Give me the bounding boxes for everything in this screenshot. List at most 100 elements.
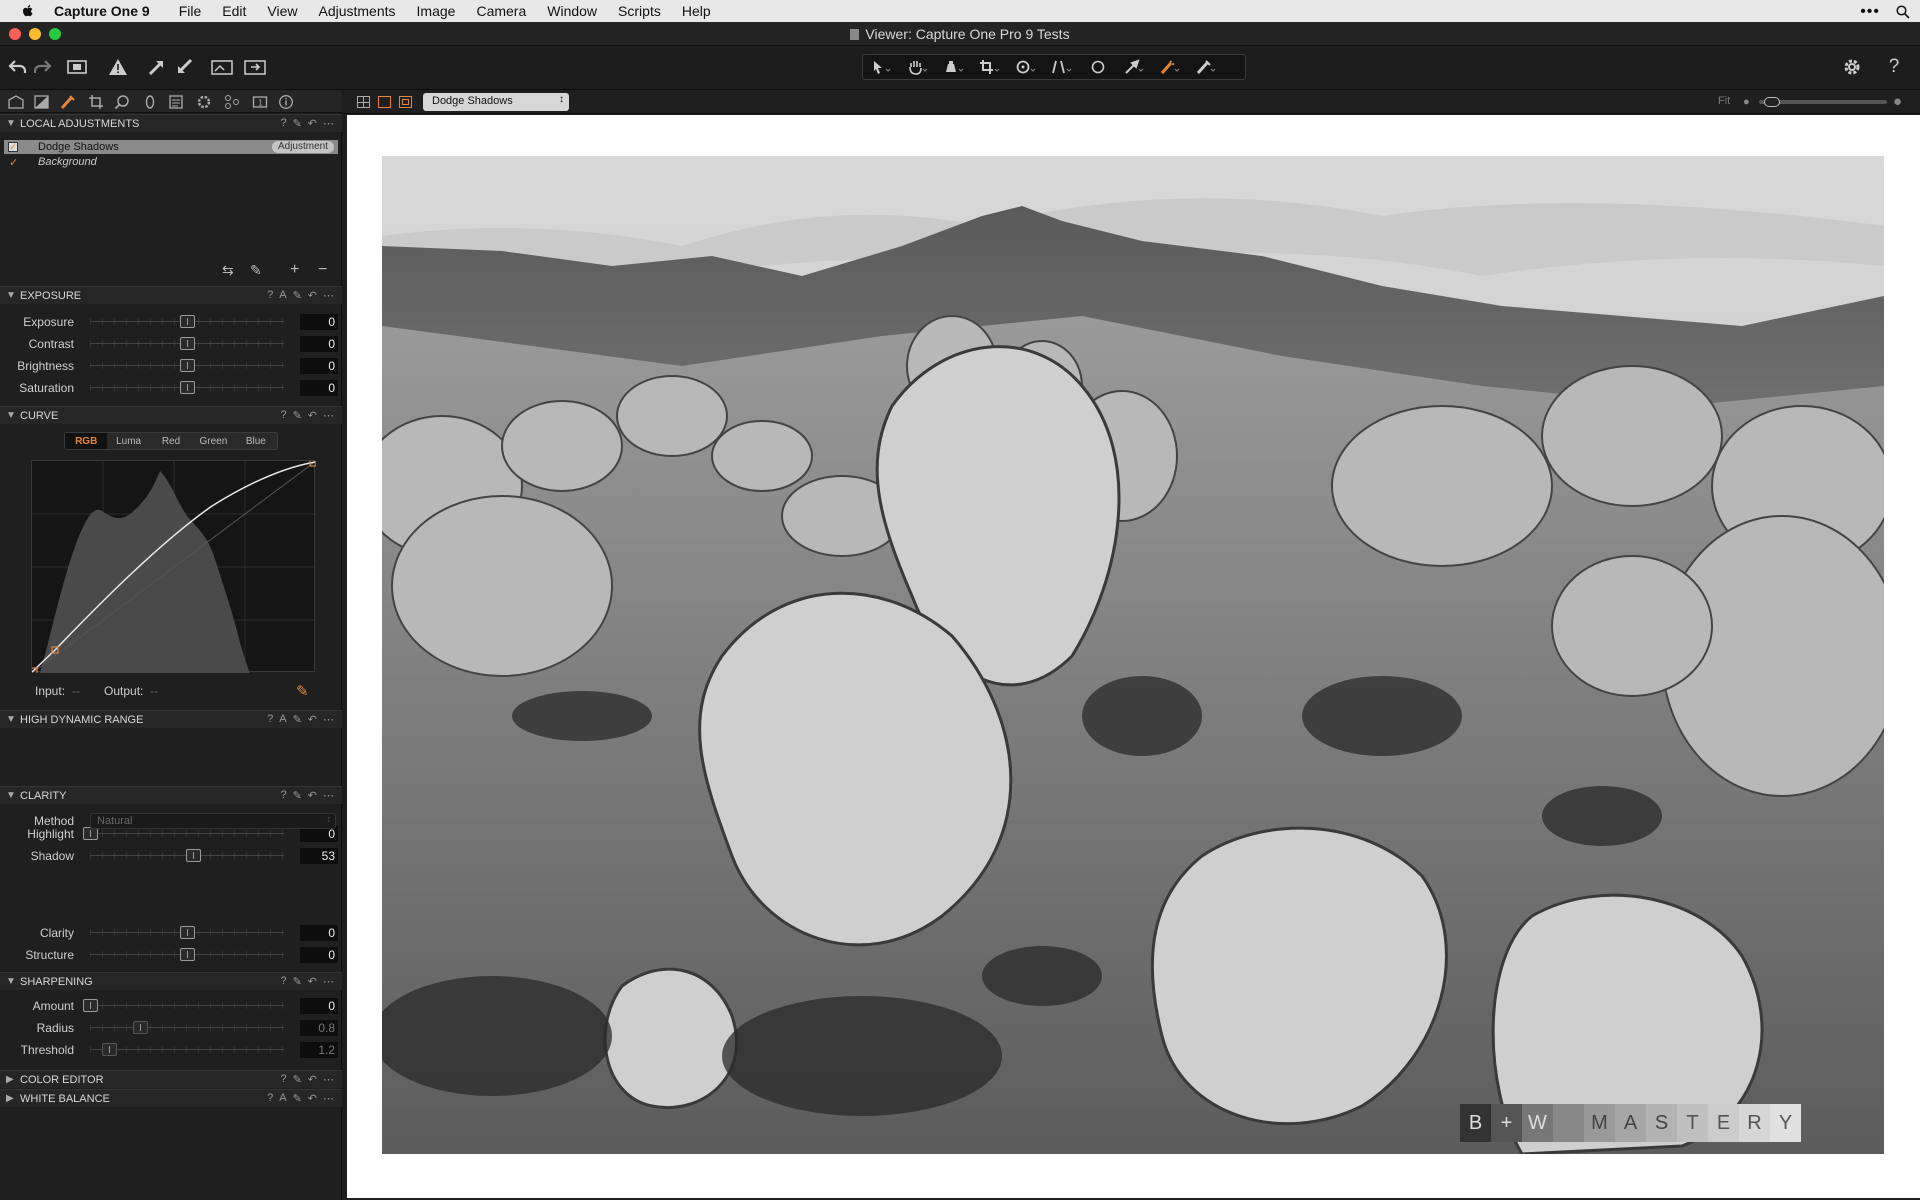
help-icon[interactable]: ? (267, 713, 273, 726)
help-icon[interactable]: ? (267, 289, 273, 302)
value-field[interactable]: 0 (300, 358, 338, 374)
slider-knob[interactable] (180, 381, 195, 394)
multi-view-icon[interactable] (399, 96, 412, 108)
value-field[interactable]: 0.8 (300, 1020, 338, 1036)
menu-scripts[interactable]: Scripts (618, 3, 661, 19)
menu-view[interactable]: View (267, 3, 297, 19)
tab-info[interactable] (276, 92, 296, 112)
curve-picker-icon[interactable]: ✎ (296, 682, 309, 700)
tab-lens[interactable] (140, 92, 160, 112)
menu-icon[interactable]: ⋯ (323, 117, 334, 130)
tab-batch[interactable]: 1 (250, 92, 270, 112)
crop-tool[interactable] (975, 58, 1005, 76)
tab-library[interactable] (6, 92, 26, 112)
layer-row-background[interactable]: ✓ Background (4, 156, 338, 170)
value-field[interactable]: 1.2 (300, 1042, 338, 1058)
menu-icon[interactable]: ⋯ (323, 289, 334, 302)
pan-tool[interactable] (903, 58, 933, 76)
settings-button[interactable] (1838, 54, 1866, 80)
auto-icon[interactable]: A (279, 289, 286, 302)
reset-icon[interactable]: ↶ (308, 117, 317, 130)
menu-window[interactable]: Window (547, 3, 597, 19)
tab-crop[interactable] (86, 92, 106, 112)
pin-icon[interactable]: ✎ (293, 1092, 302, 1105)
help-icon[interactable]: ? (280, 975, 286, 988)
slider-track[interactable] (90, 833, 284, 834)
menu-help[interactable]: Help (682, 3, 711, 19)
curve-graph[interactable] (30, 459, 317, 675)
value-field[interactable]: 53 (300, 848, 338, 864)
swap-layers-icon[interactable]: ⇆ (222, 262, 234, 279)
spot-removal-tool[interactable] (1083, 58, 1113, 76)
help-button[interactable]: ? (1880, 54, 1908, 80)
tab-luma[interactable]: Luma (107, 433, 149, 449)
menu-edit[interactable]: Edit (222, 3, 246, 19)
pin-icon[interactable]: ✎ (293, 975, 302, 988)
white-balance-header[interactable]: ▶ White Balance ? A ✎ ↶ ⋯ (0, 1089, 342, 1107)
slider-knob[interactable] (133, 1021, 149, 1034)
spotlight-search-icon[interactable] (1896, 5, 1910, 19)
remove-layer-icon[interactable]: − (318, 261, 327, 279)
draw-mask-tool[interactable] (1155, 58, 1185, 76)
rotate-tool[interactable] (1011, 58, 1041, 76)
single-view-icon[interactable] (378, 96, 391, 108)
zoom-slider-knob[interactable] (1764, 97, 1780, 107)
erase-mask-tool[interactable] (1191, 58, 1221, 76)
keystone-tool[interactable] (1047, 58, 1077, 76)
tab-exposure[interactable] (32, 92, 52, 112)
reset-icon[interactable]: ↶ (308, 1073, 317, 1086)
help-icon[interactable]: ? (280, 117, 286, 130)
reset-icon[interactable]: ↶ (308, 975, 317, 988)
curve-header[interactable]: ▼ Curve ? ✎ ↶ ⋯ (0, 406, 342, 424)
method-select[interactable]: Natural ↕ (90, 813, 336, 829)
menu-icon[interactable]: ⋯ (323, 975, 334, 988)
warning-button[interactable] (104, 54, 132, 80)
slider-knob[interactable] (180, 315, 195, 328)
slider-knob[interactable] (180, 337, 195, 350)
process-button[interactable] (143, 54, 171, 80)
loupe-tool[interactable] (939, 58, 969, 76)
image-canvas[interactable]: B + W M A S T E R Y (347, 115, 1920, 1198)
add-layer-icon[interactable]: + (290, 261, 299, 279)
value-field[interactable]: 0 (300, 314, 338, 330)
color-editor-header[interactable]: ▶ Color Editor ? ✎ ↶ ⋯ (0, 1070, 342, 1088)
value-field[interactable]: 0 (300, 336, 338, 352)
local-adjustments-header[interactable]: ▼ Local Adjustments ? ✎ ↶ ⋯ (0, 114, 342, 132)
menu-app-name[interactable]: Capture One 9 (54, 3, 150, 19)
tab-blue[interactable]: Blue (235, 433, 277, 449)
grid-view-icon[interactable] (357, 96, 370, 108)
tab-adjustments[interactable] (222, 92, 242, 112)
pin-icon[interactable]: ✎ (293, 289, 302, 302)
slider-knob[interactable] (180, 948, 195, 961)
slider-knob[interactable] (180, 926, 195, 939)
help-icon[interactable]: ? (280, 789, 286, 802)
slider-knob[interactable] (185, 849, 201, 862)
menu-icon[interactable]: ⋯ (323, 713, 334, 726)
tab-metadata[interactable] (166, 92, 186, 112)
value-field[interactable]: 0 (300, 925, 338, 941)
more-icon[interactable]: ••• (1860, 3, 1880, 21)
redo-button[interactable] (28, 54, 56, 80)
reset-icon[interactable]: ↶ (308, 789, 317, 802)
auto-icon[interactable]: A (279, 713, 286, 726)
menu-icon[interactable]: ⋯ (323, 1073, 334, 1086)
tab-red[interactable]: Red (150, 433, 192, 449)
photo[interactable]: B + W M A S T E R Y (382, 156, 1884, 1154)
zoom-slider[interactable] (1759, 97, 1887, 107)
exposure-header[interactable]: ▼ Exposure ? A ✎ ↶ ⋯ (0, 286, 342, 304)
menu-icon[interactable]: ⋯ (323, 1092, 334, 1105)
copy-adjustments-button[interactable] (170, 54, 198, 80)
value-field[interactable]: 0 (300, 947, 338, 963)
pin-icon[interactable]: ✎ (293, 713, 302, 726)
layer-select[interactable]: Dodge Shadows ↕ (423, 93, 569, 111)
slider-track[interactable] (90, 1049, 284, 1050)
pin-icon[interactable]: ✎ (293, 1073, 302, 1086)
clarity-header[interactable]: ▼ Clarity ? ✎ ↶ ⋯ (0, 786, 342, 804)
tab-output[interactable] (194, 92, 214, 112)
import-button[interactable] (63, 54, 91, 80)
layer-row-dodge-shadows[interactable]: ✓ Dodge Shadows Adjustment (4, 140, 338, 154)
curve-editor[interactable] (30, 459, 317, 675)
help-icon[interactable]: ? (280, 409, 286, 422)
slider-knob[interactable] (83, 999, 98, 1012)
menu-icon[interactable]: ⋯ (323, 409, 334, 422)
